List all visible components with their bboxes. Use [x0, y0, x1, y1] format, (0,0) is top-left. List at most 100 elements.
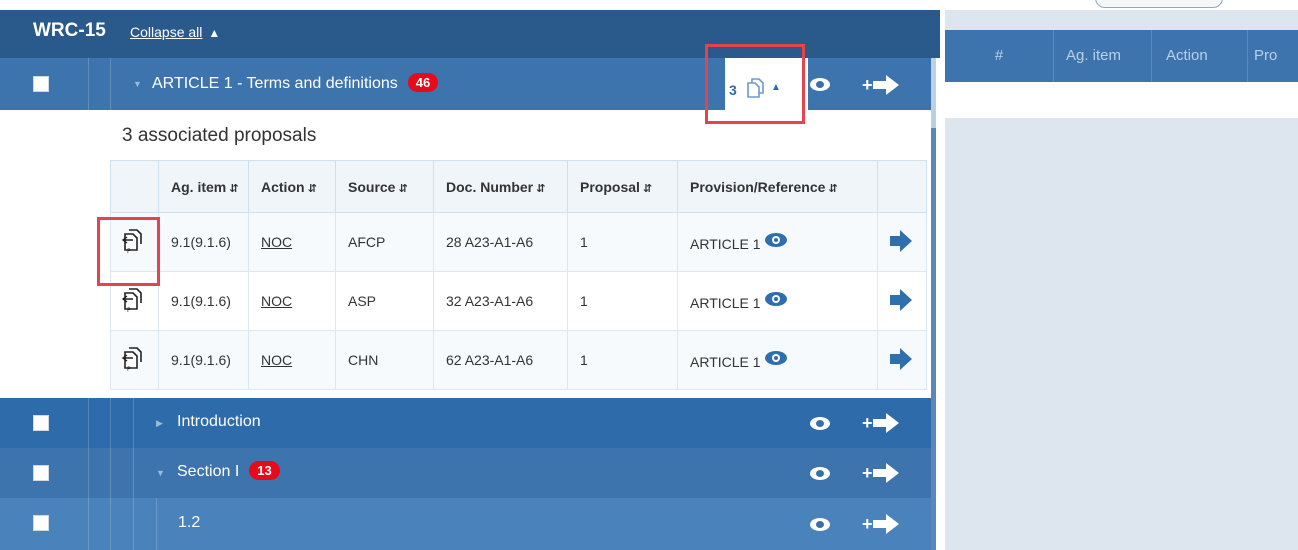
row-checkbox[interactable]: [33, 515, 49, 531]
right-pill-control[interactable]: [1095, 0, 1223, 8]
highlight-box-proposals-toggle: [705, 44, 805, 124]
proposal-icon: P: [121, 346, 142, 373]
col-label: Ag. item: [171, 178, 227, 195]
col-action[interactable]: Action ⇵: [248, 160, 336, 213]
tree-indent-line: [88, 58, 89, 110]
view-eye-icon[interactable]: [764, 291, 787, 306]
count-badge: 13: [249, 461, 280, 480]
cell-action: NOC: [248, 212, 336, 272]
associated-proposals-title: 3 associated proposals: [122, 125, 317, 146]
col-proposal[interactable]: Proposal ⇵: [567, 160, 678, 213]
highlight-box-proposal-icon: [97, 217, 160, 286]
col-doc-number[interactable]: Doc. Number ⇵: [433, 160, 568, 213]
sort-icon: ⇵: [642, 182, 653, 195]
tree-indent-line: [133, 448, 134, 498]
cell-go[interactable]: [877, 271, 927, 331]
right-table-header: # Ag. item Action Pro: [945, 30, 1298, 82]
table-row: P 9.1(9.1.6) NOC CHN 62 A23-A1-A6 1 ARTI…: [110, 330, 927, 390]
cell-provision: ARTICLE 1: [677, 271, 878, 331]
cell-proposal: 1: [567, 271, 678, 331]
sort-icon: ⇵: [307, 182, 317, 195]
cell-provision: ARTICLE 1: [677, 330, 878, 390]
table-row: P 9.1(9.1.6) NOC ASP 32 A23-A1-A6 1 ARTI…: [110, 271, 927, 331]
action-link[interactable]: NOC: [261, 293, 292, 309]
cell-source: AFCP: [335, 212, 434, 272]
col-source[interactable]: Source ⇵: [335, 160, 434, 213]
table-header-row: Ag. item ⇵ Action ⇵ Source ⇵ Doc. Number ⇵ P…: [110, 160, 927, 213]
add-move-icon[interactable]: +: [862, 463, 899, 483]
tree-indent-line: [110, 448, 111, 498]
double-chevron-up-icon: ▲: [208, 26, 221, 40]
svg-text:P: P: [127, 366, 131, 372]
action-link[interactable]: NOC: [261, 234, 292, 250]
conference-title: WRC-15: [33, 20, 106, 41]
col-ag-item[interactable]: Ag. item ⇵: [158, 160, 249, 213]
arrow-right-icon: [890, 288, 912, 311]
count-badge: 46: [407, 73, 439, 92]
col-number[interactable]: #: [945, 30, 1053, 82]
tree-row-label: Section I 13: [177, 461, 280, 481]
col-icon-header: [110, 160, 159, 213]
tree-indent-line: [110, 58, 111, 110]
add-move-icon[interactable]: +: [862, 413, 899, 433]
caret-right-icon[interactable]: ▶: [156, 418, 163, 429]
cell-source: CHN: [335, 330, 434, 390]
header-tab-strip: [555, 0, 768, 8]
tree-indent-line: [110, 398, 111, 448]
section-title: Section I: [177, 463, 240, 480]
provision-text: ARTICLE 1: [690, 235, 761, 252]
cell-proposal: 1: [567, 212, 678, 272]
scrollbar[interactable]: [931, 58, 936, 550]
tree-indent-line: [88, 498, 89, 550]
row-checkbox[interactable]: [33, 415, 49, 431]
tree-row-1-2[interactable]: 1.2 +: [0, 498, 932, 550]
tree-row-section-i[interactable]: ▼ Section I 13 +: [0, 448, 932, 498]
tree-row-introduction[interactable]: ▶ Introduction +: [0, 398, 932, 448]
col-label: Provision/Reference: [690, 178, 826, 195]
cell-go[interactable]: [877, 330, 927, 390]
view-eye-icon[interactable]: [810, 417, 830, 430]
cell-proposal: 1: [567, 330, 678, 390]
col-label: Doc. Number: [446, 178, 534, 195]
right-empty-row: [945, 82, 1298, 118]
table-row: P 9.1(9.1.6) NOC AFCP 28 A23-A1-A6 1 ART…: [110, 212, 927, 272]
col-go-header: [877, 160, 927, 213]
view-eye-icon[interactable]: [764, 350, 787, 365]
outline-pane: WRC-15 Collapse all ▲ ▼ ARTICLE 1 - Terms…: [0, 0, 940, 550]
add-move-icon[interactable]: +: [862, 75, 899, 95]
view-eye-icon[interactable]: [810, 518, 830, 531]
view-eye-icon[interactable]: [764, 232, 787, 247]
col-label: Action: [261, 178, 305, 195]
sort-icon: ⇵: [398, 182, 408, 195]
cell-provision: ARTICLE 1: [677, 212, 878, 272]
collapse-all-link[interactable]: Collapse all ▲: [130, 24, 220, 40]
row-checkbox[interactable]: [33, 465, 49, 481]
sort-icon: ⇵: [229, 182, 239, 195]
cell-action: NOC: [248, 271, 336, 331]
col-proposal-truncated[interactable]: Pro: [1247, 30, 1298, 82]
cell-go[interactable]: [877, 212, 927, 272]
tree-row-label: Introduction: [177, 413, 261, 430]
right-pane: # Ag. item Action Pro: [945, 0, 1298, 550]
scrollbar-thumb[interactable]: [931, 58, 936, 128]
tree-indent-line: [110, 498, 111, 550]
cell-ag-item: 9.1(9.1.6): [158, 330, 249, 390]
sort-icon: ⇵: [828, 182, 838, 195]
cell-ag-item: 9.1(9.1.6): [158, 212, 249, 272]
provision-text: ARTICLE 1: [690, 294, 761, 311]
view-eye-icon[interactable]: [810, 78, 830, 91]
proposal-doc-icon[interactable]: P: [110, 330, 159, 390]
tree-indent-line: [133, 398, 134, 448]
row-checkbox[interactable]: [33, 76, 49, 92]
col-ag-item[interactable]: Ag. item: [1053, 30, 1151, 82]
add-move-icon[interactable]: +: [862, 514, 899, 534]
col-action[interactable]: Action: [1151, 30, 1247, 82]
provision-text: ARTICLE 1: [690, 353, 761, 370]
action-link[interactable]: NOC: [261, 352, 292, 368]
col-provision[interactable]: Provision/Reference ⇵: [677, 160, 878, 213]
caret-down-icon[interactable]: ▼: [133, 79, 142, 89]
proposals-table: Ag. item ⇵ Action ⇵ Source ⇵ Doc. Number ⇵ P…: [110, 160, 927, 390]
cell-doc-number: 28 A23-A1-A6: [433, 212, 568, 272]
caret-down-icon[interactable]: ▼: [156, 468, 165, 478]
view-eye-icon[interactable]: [810, 467, 830, 480]
